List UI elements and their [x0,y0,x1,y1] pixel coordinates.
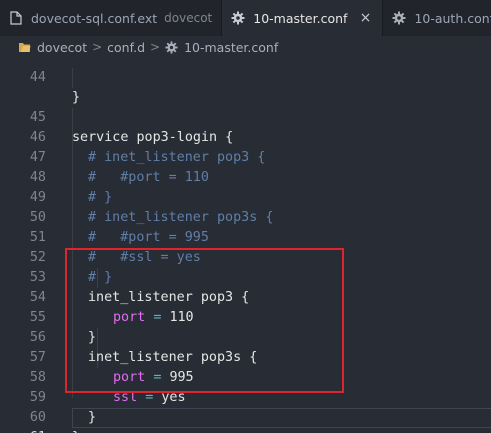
tab-10-master-conf[interactable]: 10-master.conf × [222,0,384,36]
line-number: 44 [29,70,46,85]
code-line: 47 # #port = 110 [0,128,491,185]
code-line: 45 service pop3-login { [0,88,491,145]
close-icon[interactable]: × [357,10,373,26]
code-line: 53 inet_listener pop3 { [0,248,491,305]
folder-icon [18,41,31,53]
code-line: 56 inet_listener pop3s { [0,308,491,365]
line-number: 61 [0,428,46,433]
line-text: } [72,428,80,433]
breadcrumb-separator: > [150,40,161,54]
code-line: 54 port = 110 [0,268,491,325]
tab-label: 10-auth.conf [414,10,491,26]
code-line: 49 # inet_listener pop3s { [0,168,491,225]
code-line: 59 } [0,368,491,425]
code-line: 60 } [0,388,491,433]
code-line: 51 # #ssl = yes [0,208,491,265]
breadcrumb-item-conf-d[interactable]: conf.d [107,40,145,55]
file-icon [9,11,23,25]
editor-window: dovecot-sql.conf.ext dovecot 10-master.c… [0,0,491,433]
code-line: 55 } [0,288,491,345]
code-line: 52 # } [0,228,491,285]
code-line: 46 # inet_listener pop3 { [0,108,491,165]
breadcrumb: dovecot > conf.d > 10-master.conf [0,36,491,58]
tab-bar: dovecot-sql.conf.ext dovecot 10-master.c… [0,0,491,36]
gear-icon [392,11,406,25]
tab-10-auth-conf[interactable]: 10-auth.conf [383,0,491,36]
code-line: 61 [0,408,491,433]
code-editor[interactable]: 44 } 45 service pop3-login { 46 # inet_l… [0,58,491,433]
gear-icon [231,11,245,25]
tab-label: dovecot-sql.conf.ext [31,10,158,26]
gear-icon [165,40,178,54]
code-line: 48 # } [0,148,491,205]
breadcrumb-item-10-master-conf[interactable]: 10-master.conf [184,40,278,55]
tab-label: 10-master.conf [253,10,348,26]
tab-description: dovecot [164,11,213,25]
code-line: 50 # #port = 995 [0,188,491,245]
breadcrumb-item-dovecot[interactable]: dovecot [37,40,87,55]
tab-dovecot-sql-conf[interactable]: dovecot-sql.conf.ext dovecot [0,0,223,36]
breadcrumb-separator: > [92,40,103,54]
indent-guide [72,68,73,88]
code-line: 57 port = 995 [0,328,491,385]
code-line: 58 ssl = yes [0,348,491,405]
code-line: 44 } [0,58,491,105]
